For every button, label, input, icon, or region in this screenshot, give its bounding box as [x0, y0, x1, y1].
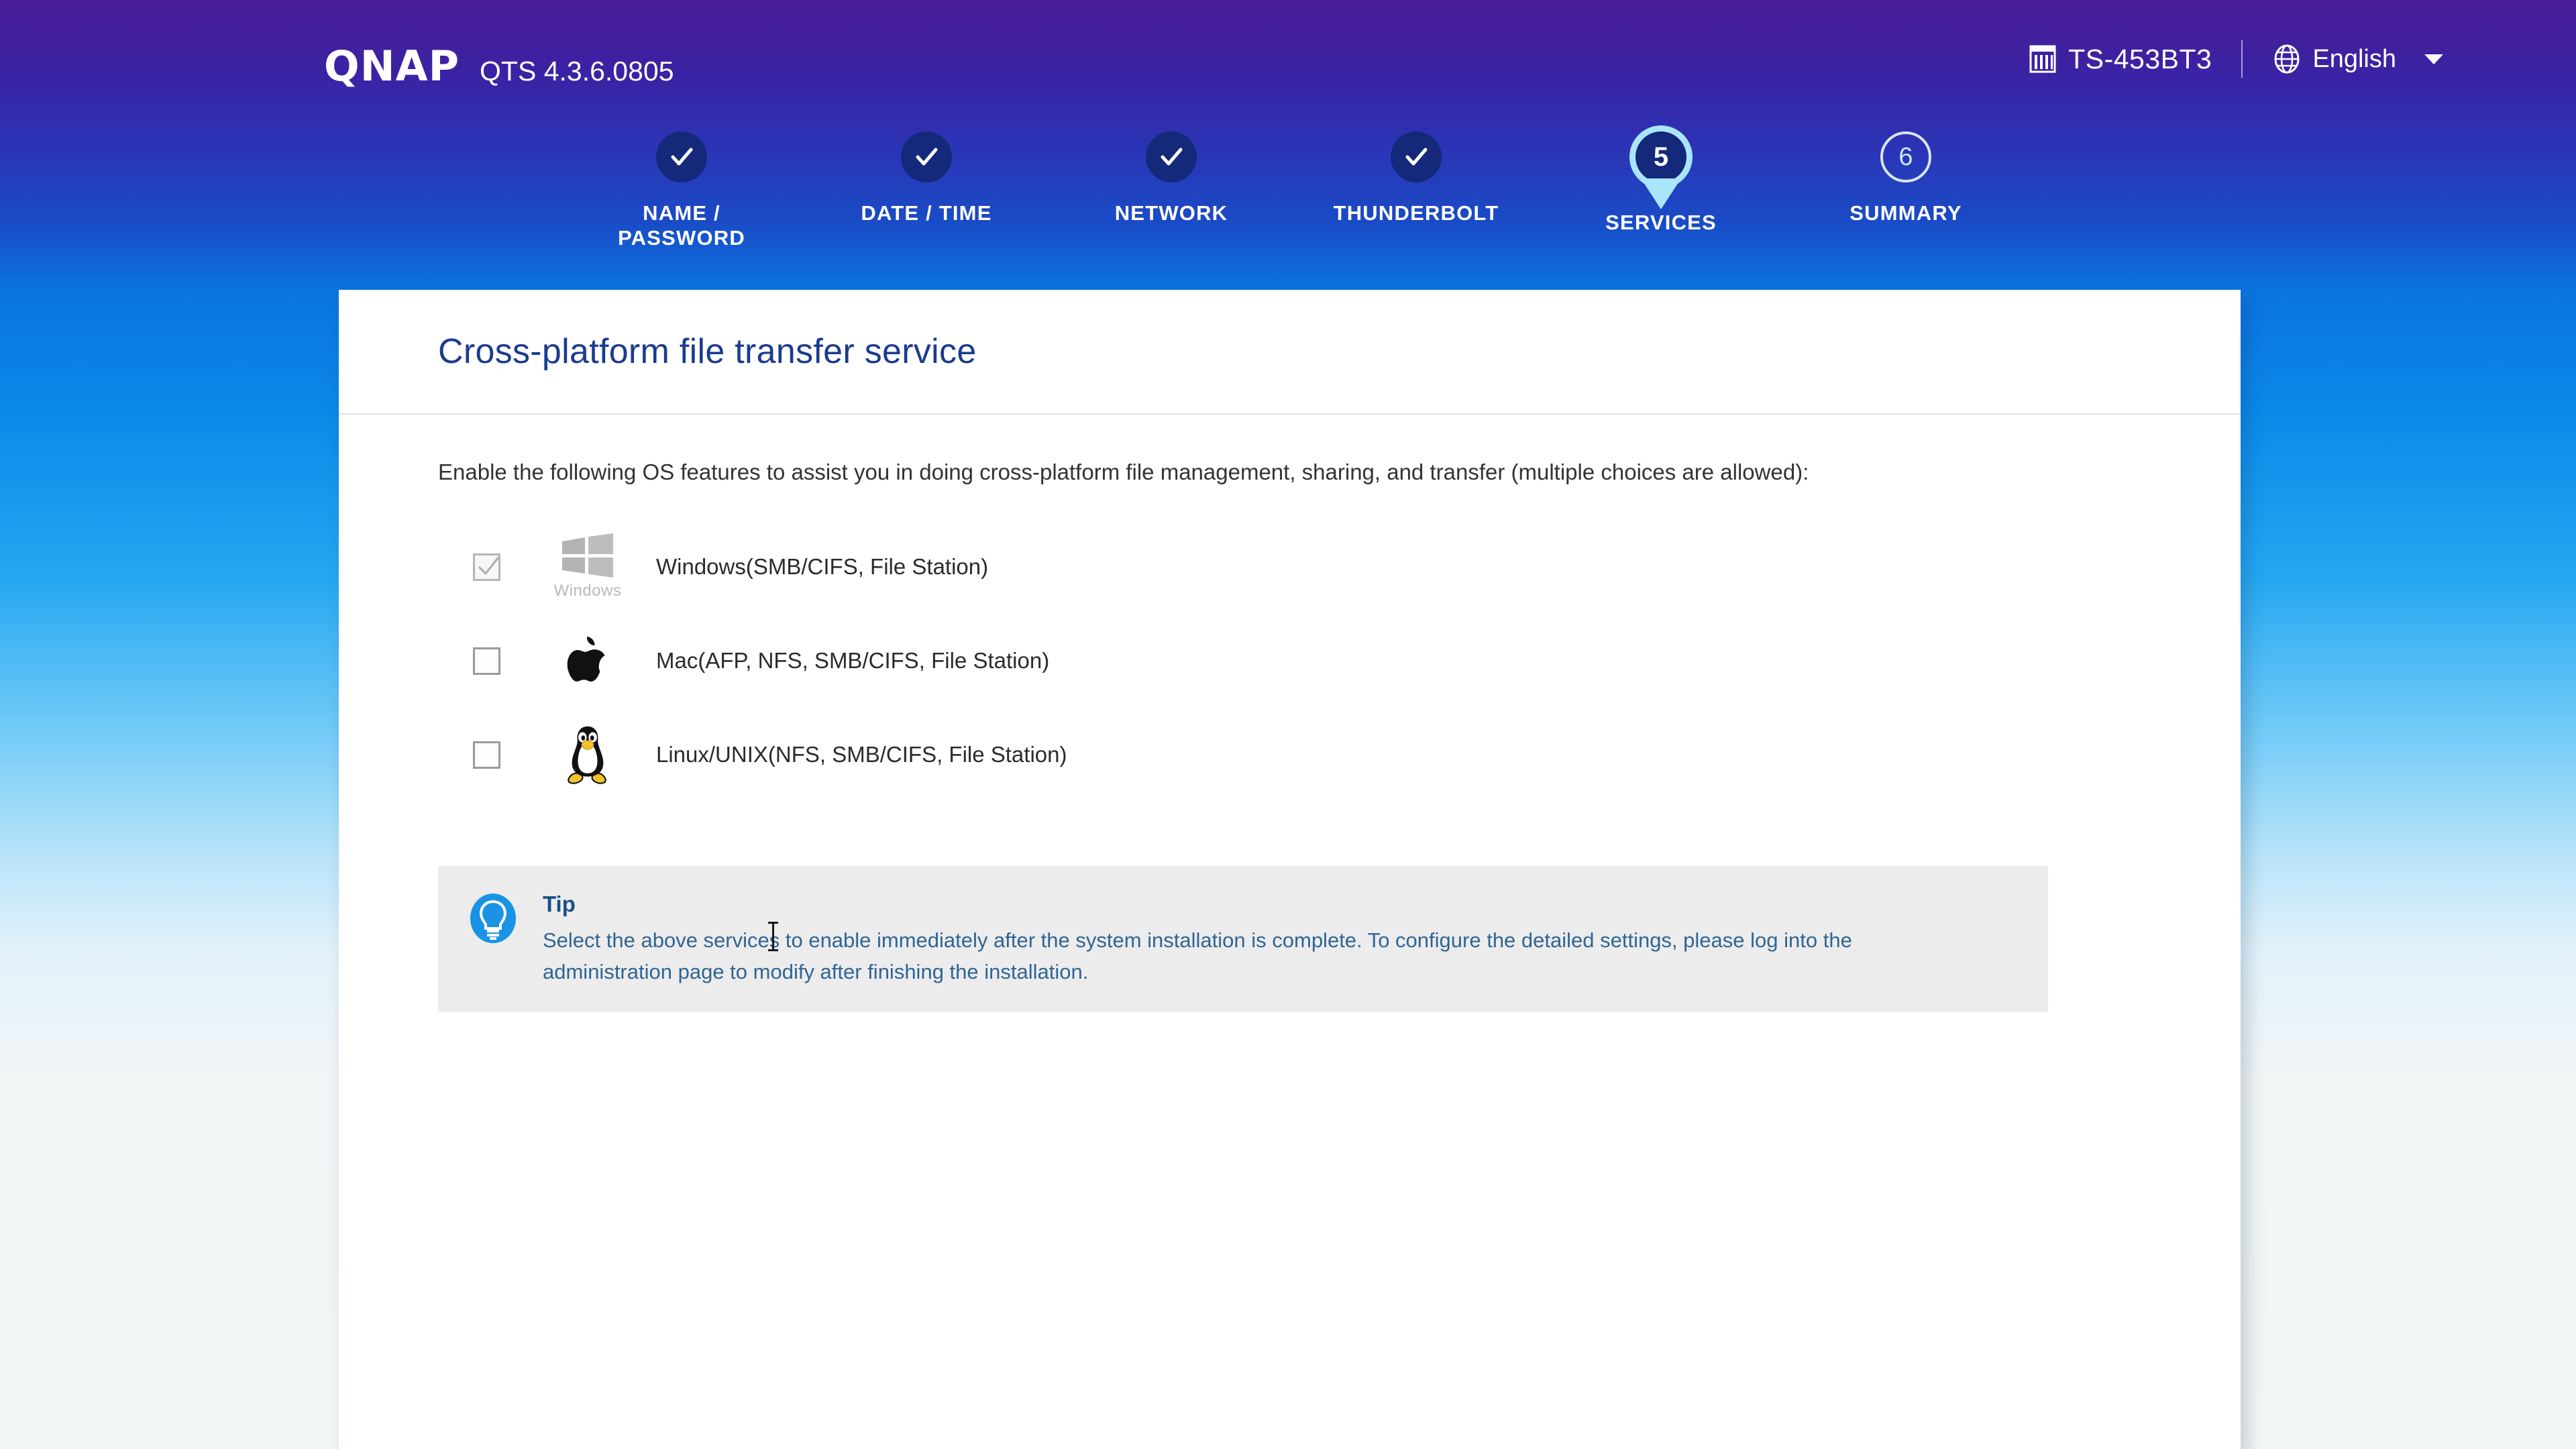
setup-stepper: NAME / PASSWORD DATE / TIME NETWORK THUN… — [0, 131, 2576, 309]
os-label-mac: Mac(AFP, NFS, SMB/CIFS, File Station) — [656, 648, 1050, 674]
step-circle-3 — [1146, 131, 1197, 182]
setup-card: Cross-platform file transfer service Ena… — [339, 290, 2241, 1449]
linux-tux-icon — [551, 724, 624, 786]
step-label-2: DATE / TIME — [861, 201, 992, 225]
tip-title: Tip — [543, 892, 576, 917]
current-step-pointer — [1641, 178, 1681, 209]
tip-text: Select the above services to enable imme… — [543, 928, 1852, 983]
os-label-windows: Windows(SMB/CIFS, File Station) — [656, 554, 989, 580]
os-options-list: Windows Windows(SMB/CIFS, File Station) … — [473, 520, 2141, 802]
step-label-5: SERVICES — [1605, 211, 1717, 234]
step-label-4: THUNDERBOLT — [1333, 201, 1499, 225]
checkbox-windows[interactable] — [473, 553, 500, 581]
card-description: Enable the following OS features to assi… — [438, 460, 1809, 484]
card-header: Cross-platform file transfer service — [339, 290, 2241, 415]
step-circle-1 — [656, 131, 707, 182]
check-icon — [1405, 148, 1428, 166]
os-option-mac[interactable]: Mac(AFP, NFS, SMB/CIFS, File Station) — [473, 614, 2141, 708]
windows-logo-icon: Windows — [551, 533, 624, 600]
step-thunderbolt[interactable]: THUNDERBOLT — [1329, 131, 1503, 226]
check-icon — [478, 557, 499, 575]
app-header: QNAP QTS 4.3.6.0805 TS-453BT3 English — [0, 0, 2576, 144]
check-icon — [916, 148, 938, 166]
tip-panel: Tip Select the above services to enable … — [438, 866, 2048, 1012]
step-summary[interactable]: 6 SUMMARY — [1819, 131, 1993, 226]
chevron-down-icon[interactable] — [2424, 54, 2443, 64]
tip-body: Tip Select the above services to enable … — [543, 890, 1972, 987]
language-label: English — [2312, 44, 2396, 73]
windows-logo-caption: Windows — [553, 582, 622, 600]
step-circle-4 — [1391, 131, 1442, 182]
step-label-1: NAME / PASSWORD — [618, 201, 745, 250]
qts-version-label: QTS 4.3.6.0805 — [480, 56, 674, 87]
step-circle-6: 6 — [1880, 131, 1931, 182]
step-label-6: SUMMARY — [1849, 201, 1962, 225]
os-option-linux[interactable]: Linux/UNIX(NFS, SMB/CIFS, File Station) — [473, 708, 2141, 802]
step-date-time[interactable]: DATE / TIME — [839, 131, 1014, 226]
lightbulb-icon — [468, 893, 519, 944]
os-option-windows[interactable]: Windows Windows(SMB/CIFS, File Station) — [473, 520, 2141, 614]
nas-model-indicator: TS-453BT3 — [2028, 44, 2212, 75]
header-right-controls: TS-453BT3 English — [2028, 40, 2443, 78]
step-services[interactable]: 5 SERVICES — [1574, 131, 1748, 235]
nas-model-name: TS-453BT3 — [2068, 43, 2212, 74]
os-label-linux: Linux/UNIX(NFS, SMB/CIFS, File Station) — [656, 742, 1067, 767]
page-title: Cross-platform file transfer service — [438, 332, 977, 371]
checkbox-linux[interactable] — [473, 741, 500, 769]
card-body: Enable the following OS features to assi… — [339, 415, 2241, 1012]
text-cursor — [768, 922, 778, 951]
language-selector[interactable]: English — [2272, 44, 2443, 74]
step-number-6: 6 — [1898, 143, 1913, 171]
check-icon — [1161, 148, 1183, 166]
step-number-5: 5 — [1653, 142, 1669, 172]
globe-icon — [2272, 44, 2302, 74]
checkbox-mac[interactable] — [473, 647, 500, 675]
step-network[interactable]: NETWORK — [1084, 131, 1258, 226]
apple-logo-icon — [551, 636, 624, 686]
step-circle-5: 5 — [1635, 131, 1686, 209]
step-name-password[interactable]: NAME / PASSWORD — [594, 131, 769, 250]
brand-area: QNAP QTS 4.3.6.0805 — [324, 46, 674, 87]
nas-icon — [2028, 44, 2057, 74]
header-divider — [2241, 40, 2243, 78]
qnap-logo: QNAP — [324, 42, 460, 91]
check-icon — [671, 148, 693, 166]
step-circle-2 — [901, 131, 952, 182]
step-label-3: NETWORK — [1114, 201, 1228, 225]
